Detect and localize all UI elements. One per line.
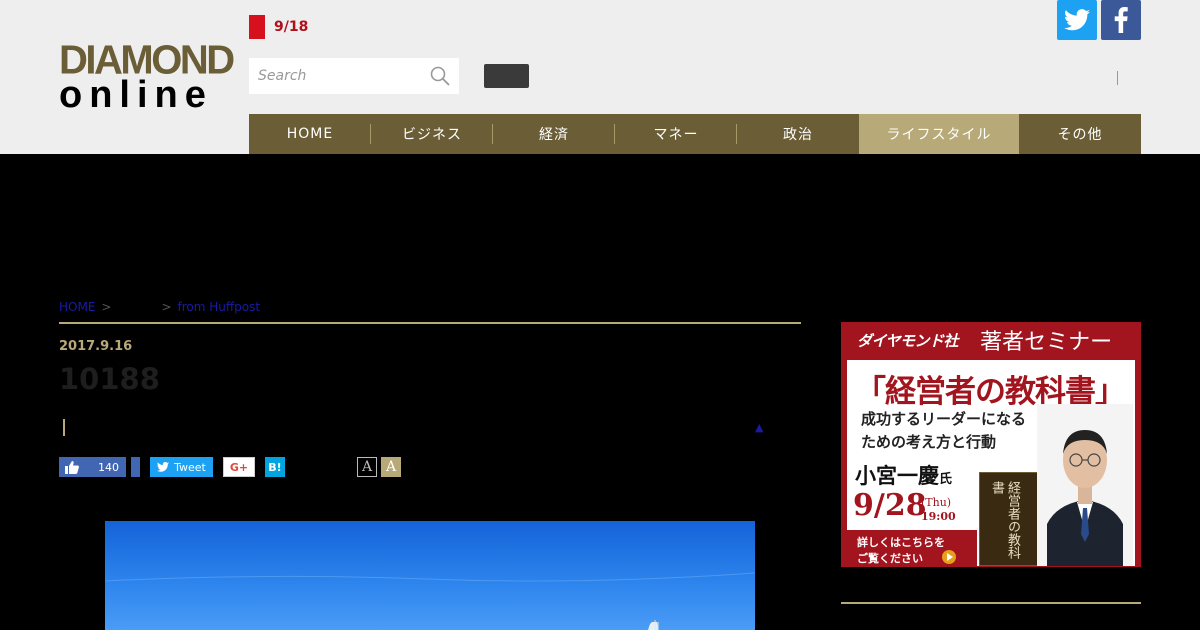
nav-item-politics[interactable]: 政治 (737, 114, 859, 154)
ad-cta-line-1: 詳しくはこちらを (857, 536, 945, 549)
ad-panel: 「経営者の教科書」 成功するリーダーになる ための考え方と行動 小宮一慶氏 9/… (847, 360, 1135, 566)
main-nav: HOME ビジネス 経済 マネー 政治 ライフスタイル その他 (249, 114, 1141, 154)
tweet-label: Tweet (174, 460, 206, 474)
nav-label: マネー (653, 127, 699, 143)
sidebar-rule (841, 602, 1141, 604)
ad-seminar-label: 著者セミナー (980, 330, 1113, 355)
nav-label: ビジネス (402, 127, 462, 143)
date-text: 9/18 (274, 19, 309, 35)
nav-item-business[interactable]: ビジネス (371, 114, 493, 154)
font-size-small-button[interactable]: A (357, 457, 377, 477)
search-field[interactable]: Search (249, 58, 459, 94)
author-marker (63, 419, 65, 436)
ad-subtitle-2: ための考え方と行動 (861, 433, 997, 451)
nav-item-home[interactable]: HOME (249, 114, 371, 154)
nav-item-lifestyle[interactable]: ライフスタイル (859, 114, 1019, 154)
like-count-tab (131, 457, 140, 477)
up-arrow-icon[interactable]: ▲ (755, 421, 763, 434)
ad-subtitle-1: 成功するリーダーになる (861, 410, 1027, 428)
facebook-like-button[interactable]: 140 (59, 457, 126, 477)
article-title: 10188 (59, 362, 160, 396)
ad-time: 19:00 (921, 510, 956, 523)
breadcrumb-section[interactable]: from Huffpost (178, 300, 261, 314)
logo-line-1: DIAMOND (59, 37, 235, 83)
google-plus-button[interactable]: G+ (223, 457, 255, 477)
ad-day: (Thu) (921, 496, 952, 509)
article-hero-image (105, 521, 755, 630)
ad-speaker-name: 小宮一慶 (855, 464, 939, 488)
date-marker (249, 15, 265, 39)
nav-item-economy[interactable]: 経済 (493, 114, 615, 154)
ad-honorific: 氏 (939, 472, 953, 487)
twitter-button[interactable] (1057, 0, 1097, 40)
ad-cta-line-2: ご覧ください (857, 552, 923, 565)
breadcrumb: HOME > > from Huffpost (59, 300, 260, 314)
nav-item-other[interactable]: その他 (1019, 114, 1141, 154)
ad-date: 9/28 (853, 488, 927, 523)
header-divider (1117, 71, 1118, 85)
nav-item-money[interactable]: マネー (615, 114, 737, 154)
nav-label: その他 (1057, 127, 1103, 143)
header-button[interactable] (484, 64, 529, 88)
thumbs-up-icon (65, 460, 79, 474)
play-arrow-icon (942, 550, 956, 564)
nav-label: 政治 (783, 127, 813, 143)
like-count: 140 (98, 460, 119, 474)
ad-speaker: 小宮一慶氏 (855, 460, 952, 490)
search-placeholder: Search (258, 68, 307, 84)
facebook-icon (1114, 7, 1128, 33)
site-header: DIAMOND online 9/18 Search HOME ビジネス 経済 … (0, 0, 1200, 154)
site-logo[interactable]: DIAMOND online (59, 37, 235, 116)
hatena-icon: B! (268, 460, 282, 474)
nav-label: 経済 (539, 127, 569, 143)
google-plus-icon: G+ (229, 460, 249, 474)
breadcrumb-separator: > (101, 300, 112, 314)
header-date: 9/18 (249, 15, 308, 39)
nav-label: ライフスタイル (886, 127, 992, 143)
twitter-icon (1064, 9, 1090, 31)
twitter-icon (157, 462, 170, 472)
breadcrumb-category[interactable] (117, 300, 155, 314)
facebook-button[interactable] (1101, 0, 1141, 40)
ad-book-cover: 経営者の教科書 (979, 472, 1041, 566)
hatena-bookmark-button[interactable]: B! (265, 457, 285, 477)
speaker-portrait (1037, 404, 1133, 566)
hero-sky-illustration (105, 572, 755, 630)
breadcrumb-home[interactable]: HOME (59, 300, 95, 314)
ad-brand: ダイヤモンド社 (857, 331, 959, 350)
ad-header: ダイヤモンド社 著者セミナー (841, 322, 1141, 358)
seminar-ad-banner[interactable]: ダイヤモンド社 著者セミナー 「経営者の教科書」 成功するリーダーになる ための… (841, 322, 1141, 567)
nav-label: HOME (286, 126, 334, 142)
logo-line-2: online (59, 74, 213, 116)
breadcrumb-separator: > (161, 300, 172, 314)
tweet-button[interactable]: Tweet (150, 457, 213, 477)
ad-book-cover-title: 経営者の教科書 (989, 481, 1020, 559)
search-icon[interactable] (430, 66, 450, 86)
breadcrumb-rule (59, 322, 801, 324)
font-size-large-button[interactable]: A (381, 457, 401, 477)
article-date: 2017.9.16 (59, 339, 133, 354)
